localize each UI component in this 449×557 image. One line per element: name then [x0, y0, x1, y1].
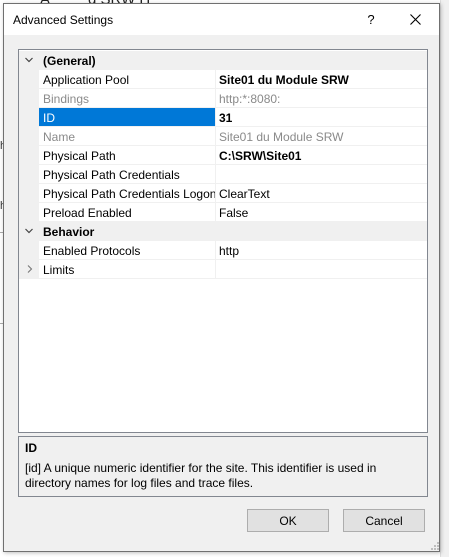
- property-row-physical-path[interactable]: Physical Path C:\SRW\Site01: [19, 146, 427, 165]
- row-gutter: [19, 203, 39, 222]
- category-behavior[interactable]: Behavior: [19, 222, 427, 241]
- dialog-titlebar: Advanced Settings ?: [4, 4, 439, 35]
- row-gutter: [19, 260, 39, 279]
- cancel-button[interactable]: Cancel: [343, 509, 425, 532]
- close-icon: [409, 14, 421, 25]
- row-gutter: [19, 165, 39, 184]
- property-row-enabled-protocols[interactable]: Enabled Protocols http: [19, 241, 427, 260]
- ok-button[interactable]: OK: [247, 509, 329, 532]
- property-row-id[interactable]: ID 31: [19, 108, 427, 127]
- property-value[interactable]: http: [215, 241, 427, 260]
- resize-grip-icon[interactable]: [430, 541, 440, 551]
- description-text: [id] A unique numeric identifier for the…: [25, 461, 377, 490]
- property-name: Physical Path: [39, 146, 215, 165]
- property-name: Physical Path Credentials Logon: [39, 184, 215, 203]
- property-name: Bindings: [39, 89, 215, 108]
- close-button[interactable]: [397, 4, 433, 35]
- row-gutter: [19, 184, 39, 203]
- property-name: Physical Path Credentials: [39, 165, 215, 184]
- property-value[interactable]: [215, 165, 427, 184]
- property-name: Preload Enabled: [39, 203, 215, 222]
- dialog-title: Advanced Settings: [13, 13, 114, 27]
- property-value[interactable]: 31: [215, 108, 427, 127]
- property-value[interactable]: http:*:8080:: [215, 89, 427, 108]
- advanced-settings-dialog: Advanced Settings ? (General) Applicatio…: [3, 3, 440, 552]
- chevron-down-icon[interactable]: [23, 225, 35, 237]
- property-row-limits[interactable]: Limits: [19, 260, 427, 279]
- help-button[interactable]: ?: [353, 4, 389, 35]
- property-grid[interactable]: (General) Application Pool Site01 du Mod…: [18, 49, 428, 433]
- property-value[interactable]: Site01 du Module SRW: [215, 70, 427, 89]
- property-name: ID: [39, 108, 215, 127]
- chevron-down-icon[interactable]: [23, 54, 35, 66]
- property-value[interactable]: False: [215, 203, 427, 222]
- chevron-right-icon[interactable]: [25, 264, 35, 274]
- property-row-name[interactable]: Name Site01 du Module SRW: [19, 127, 427, 146]
- property-name: Name: [39, 127, 215, 146]
- row-gutter: [19, 127, 39, 146]
- property-value[interactable]: C:\SRW\Site01: [215, 146, 427, 165]
- category-label: Behavior: [43, 225, 95, 239]
- property-row-physical-path-credentials[interactable]: Physical Path Credentials: [19, 165, 427, 184]
- property-row-application-pool[interactable]: Application Pool Site01 du Module SRW: [19, 70, 427, 89]
- property-row-physical-path-credentials-logon[interactable]: Physical Path Credentials Logon ClearTex…: [19, 184, 427, 203]
- row-gutter: [19, 70, 39, 89]
- row-gutter: [19, 89, 39, 108]
- property-row-bindings[interactable]: Bindings http:*:8080:: [19, 89, 427, 108]
- description-title: ID: [25, 441, 37, 455]
- row-gutter: [19, 108, 39, 127]
- property-value[interactable]: ClearText: [215, 184, 427, 203]
- description-panel: ID [id] A unique numeric identifier for …: [18, 436, 428, 497]
- category-label: (General): [43, 54, 96, 68]
- property-row-preload-enabled[interactable]: Preload Enabled False: [19, 203, 427, 222]
- property-name: Limits: [39, 260, 215, 279]
- property-name: Enabled Protocols: [39, 241, 215, 260]
- row-gutter: [19, 241, 39, 260]
- property-value[interactable]: Site01 du Module SRW: [215, 127, 427, 146]
- row-gutter: [19, 146, 39, 165]
- category-general[interactable]: (General): [19, 51, 427, 70]
- property-name: Application Pool: [39, 70, 215, 89]
- property-value[interactable]: [215, 260, 427, 279]
- background-scrollbar[interactable]: [440, 0, 449, 557]
